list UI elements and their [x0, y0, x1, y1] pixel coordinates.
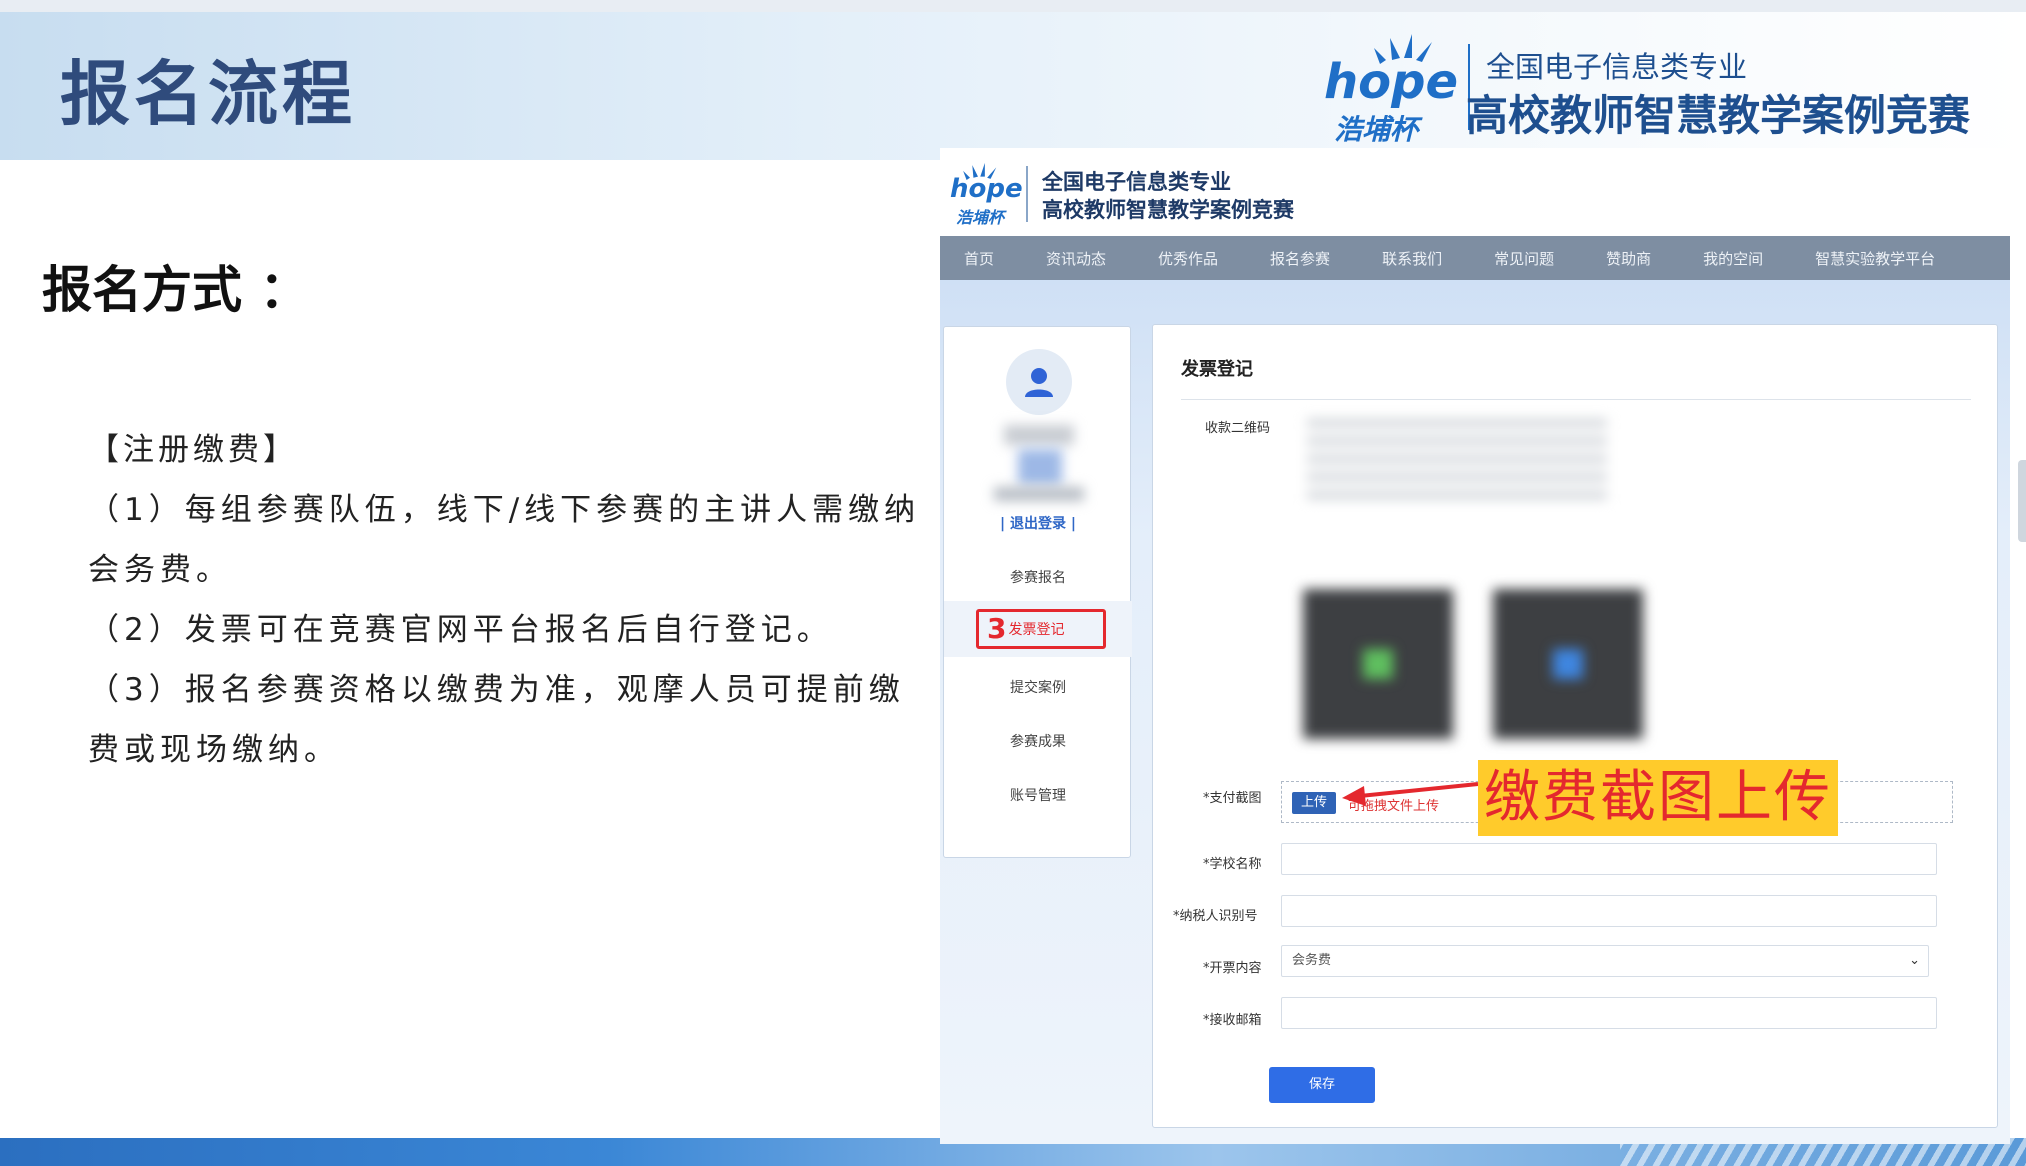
taxid-input[interactable]	[1281, 895, 1937, 927]
upload-callout: 缴费截图上传	[1478, 760, 1838, 836]
hope-wordmark: hope	[1324, 54, 1459, 110]
invoice-form: 发票登记 收款二维码 *支付截图 上传 可拖拽文件上传 *学校名称 *纳税人识别…	[1152, 324, 1998, 1128]
nav-sponsors[interactable]: 赞助商	[1606, 248, 1651, 269]
nav-faq[interactable]: 常见问题	[1494, 248, 1554, 269]
screenshot-label: *支付截图	[1203, 791, 1262, 806]
site-cup-name: 浩埔杯	[956, 208, 1005, 227]
site-header: hope 浩埔杯 全国电子信息类专业 高校教师智慧教学案例竞赛	[940, 148, 2010, 236]
qr-label: 收款二维码	[1205, 421, 1271, 436]
site-logo-line2: 高校教师智慧教学案例竞赛	[1042, 198, 1294, 222]
site-nav: 首页 资讯动态 优秀作品 报名参赛 联系我们 常见问题 赞助商 我的空间 智慧实…	[940, 236, 2010, 280]
content-select-value: 会务费	[1292, 953, 1332, 968]
blurred-user-info	[1004, 425, 1074, 445]
blurred-user-photo	[1018, 449, 1062, 485]
qr-code-left-center	[1363, 649, 1393, 679]
slide-title: 报名流程	[60, 53, 356, 135]
nav-lab-platform[interactable]: 智慧实验教学平台	[1815, 248, 1935, 269]
sidebar-item-registration[interactable]: 参赛报名	[944, 567, 1132, 587]
sidebar-item-account[interactable]: 账号管理	[944, 785, 1132, 805]
user-sidebar: | 退出登录 | 参赛报名 3 发票登记 提交案例 参赛成果 账号管理	[943, 326, 1132, 858]
method-heading: 报名方式 ：	[42, 261, 310, 319]
email-label: *接收邮箱	[1203, 1013, 1262, 1028]
nav-contact[interactable]: 联系我们	[1382, 248, 1442, 269]
step-number: 3	[987, 612, 1007, 645]
upload-button[interactable]: 上传	[1292, 792, 1336, 814]
nav-my-space[interactable]: 我的空间	[1703, 248, 1763, 269]
top-strip	[0, 0, 2026, 12]
email-input[interactable]	[1281, 997, 1937, 1029]
form-divider	[1181, 399, 1971, 400]
school-label: *学校名称	[1203, 857, 1262, 872]
qr-code-right-center	[1553, 649, 1583, 679]
sidebar-item-invoice[interactable]: 3 发票登记	[976, 609, 1106, 649]
save-button[interactable]: 保存	[1269, 1067, 1375, 1103]
slide: 报名流程 hope 浩埔杯 全国电子信息类专业 高校教师智慧教学案例竞赛 报名方…	[0, 0, 2026, 1166]
sidebar-item-results[interactable]: 参赛成果	[944, 731, 1132, 751]
logo-line1: 全国电子信息类专业	[1486, 50, 1748, 84]
content-label: *开票内容	[1203, 961, 1262, 976]
item-3: （3）报名参赛资格以缴费为准，观摩人员可提前缴费或现场缴纳。	[88, 672, 905, 768]
nav-home[interactable]: 首页	[964, 248, 994, 269]
chevron-down-icon: ⌄	[1909, 953, 1920, 968]
avatar	[1006, 349, 1072, 415]
nav-news[interactable]: 资讯动态	[1046, 248, 1106, 269]
section-title: 【注册缴费】	[88, 432, 298, 468]
nav-works[interactable]: 优秀作品	[1158, 248, 1218, 269]
site-hope-wordmark: hope	[950, 174, 1023, 204]
item-1: （1）每组参赛队伍，线下/线下参赛的主讲人需缴纳会务费。	[88, 492, 921, 588]
cup-name: 浩埔杯	[1334, 113, 1419, 146]
scroll-handle[interactable]	[2018, 460, 2026, 542]
site-logo-divider	[1026, 166, 1028, 222]
logout-link[interactable]: | 退出登录 |	[944, 513, 1132, 533]
logo-line2: 高校教师智慧教学案例竞赛	[1466, 91, 1971, 140]
item-2: （2）发票可在竞赛官网平台报名后自行登记。	[88, 612, 833, 648]
arrow-icon	[1342, 782, 1479, 806]
nav-register[interactable]: 报名参赛	[1270, 248, 1330, 269]
form-title: 发票登记	[1181, 359, 1253, 380]
registration-text: 【注册缴费】 （1）每组参赛队伍，线下/线下参赛的主讲人需缴纳会务费。 （2）发…	[28, 420, 928, 780]
taxid-label: *纳税人识别号	[1173, 909, 1258, 924]
blurred-payment-info	[1307, 419, 1607, 509]
website-screenshot: hope 浩埔杯 全国电子信息类专业 高校教师智慧教学案例竞赛 首页 资讯动态 …	[940, 148, 2010, 1144]
site-logo-line1: 全国电子信息类专业	[1042, 170, 1231, 194]
content-select[interactable]: 会务费 ⌄	[1281, 945, 1929, 977]
user-icon	[1025, 368, 1053, 397]
sidebar-item-invoice-label: 发票登记	[1008, 622, 1065, 638]
blurred-user-name	[994, 487, 1084, 501]
sidebar-item-submit-case[interactable]: 提交案例	[944, 677, 1132, 697]
payment-qr-area	[1283, 409, 1699, 749]
school-input[interactable]	[1281, 843, 1937, 875]
header-logo: hope 浩埔杯 全国电子信息类专业 高校教师智慧教学案例竞赛	[1320, 30, 2020, 150]
